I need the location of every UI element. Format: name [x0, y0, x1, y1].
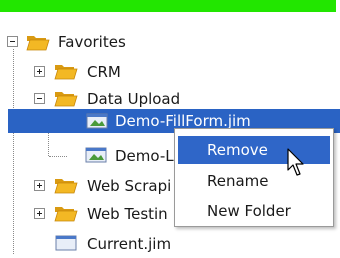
- menu-item-remove[interactable]: Remove: [178, 136, 330, 164]
- tree-item-crm[interactable]: CRM: [0, 60, 200, 86]
- tree-item-label: Data Upload: [87, 90, 181, 108]
- folder-icon: [54, 179, 78, 194]
- mouse-cursor-icon: [287, 148, 304, 176]
- tree-item-label: Favorites: [58, 33, 126, 51]
- tree-item-web-scraping[interactable]: Web Scrapi: [0, 174, 200, 200]
- top-accent-bar: [0, 0, 336, 12]
- folder-open-icon: [54, 92, 78, 107]
- folder-icon: [54, 207, 78, 222]
- tree-item-web-testing[interactable]: Web Testin: [0, 202, 200, 228]
- tree-item-label: Current.jim: [87, 235, 172, 253]
- tree-item-label: CRM: [87, 63, 121, 81]
- tree-item-label: Web Scrapi: [87, 177, 172, 195]
- tree-item-label: Demo-L: [115, 147, 174, 165]
- expand-icon[interactable]: [34, 180, 45, 191]
- tree-item-label: Web Testin: [87, 205, 168, 223]
- script-file-icon: [86, 113, 108, 129]
- menu-item-new-folder[interactable]: New Folder: [178, 197, 330, 225]
- context-menu: Remove Rename New Folder: [174, 128, 334, 227]
- tree-item-current[interactable]: Current.jim: [0, 232, 200, 258]
- folder-open-icon: [26, 36, 50, 51]
- script-file-icon: [55, 235, 77, 251]
- collapse-icon[interactable]: [7, 36, 18, 47]
- folder-icon: [54, 65, 78, 80]
- tree-item-favorites[interactable]: Favorites: [0, 30, 200, 56]
- tree-item-demo-l[interactable]: Demo-L: [0, 144, 200, 170]
- script-file-icon: [85, 147, 107, 163]
- menu-item-rename[interactable]: Rename: [178, 167, 330, 195]
- expand-icon[interactable]: [34, 66, 45, 77]
- expand-icon[interactable]: [34, 208, 45, 219]
- collapse-icon[interactable]: [34, 93, 45, 104]
